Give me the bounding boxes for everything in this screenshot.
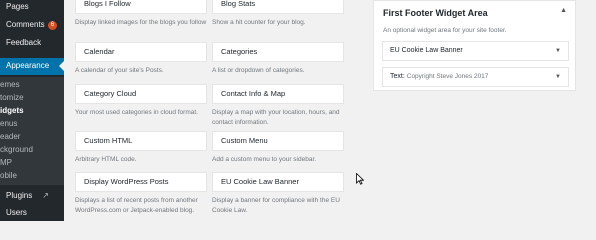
widget-title[interactable]: Display WordPress Posts — [75, 172, 207, 192]
menu-label-pages: Pages — [6, 2, 29, 11]
menu-item-appearance[interactable]: Appearance — [0, 58, 64, 75]
menu-item-comments[interactable]: Comments 6 — [0, 20, 64, 34]
widget-title[interactable]: Categories — [212, 42, 344, 62]
menu-label-comments: Comments — [6, 20, 45, 29]
area-widget-subtitle: Copyright Steve Jones 2017 — [406, 73, 489, 80]
widget-title[interactable]: EU Cookie Law Banner — [212, 172, 344, 192]
widget-title[interactable]: Contact Info & Map — [212, 84, 344, 104]
mouse-pointer-icon — [356, 173, 364, 185]
menu-item-plugins[interactable]: Plugins ↗ — [0, 191, 64, 203]
menu-label-feedback: Feedback — [6, 38, 42, 47]
menu-item-users[interactable]: Users — [0, 208, 64, 220]
menu-label-users: Users — [6, 208, 27, 217]
widget-description: Show a hit counter for your blog. — [212, 19, 306, 26]
widget-title[interactable]: Calendar — [75, 42, 207, 62]
admin-sidebar: Pages Comments 6 Feedback Appearance emes… — [0, 0, 64, 221]
area-widget-text[interactable]: Text: Copyright Steve Jones 2017 ▼ — [382, 67, 569, 87]
widget-area-description: An optional widget area for your site fo… — [383, 27, 507, 34]
widget-title[interactable]: Category Cloud — [75, 84, 207, 104]
widget-title[interactable]: Blogs I Follow — [75, 0, 207, 14]
area-widget-eu-cookie-law-banner[interactable]: EU Cookie Law Banner ▼ — [382, 41, 569, 61]
menu-item-feedback[interactable]: Feedback — [0, 38, 64, 52]
widget-description: Displays a list of recent posts from ano… — [75, 197, 198, 214]
widget-title[interactable]: Custom Menu — [212, 131, 344, 151]
triangle-down-icon[interactable]: ▼ — [555, 42, 561, 60]
widget-title[interactable]: Custom HTML — [75, 131, 207, 151]
first-footer-widget-area: First Footer Widget Area ▲ An optional w… — [373, 0, 576, 91]
external-link-icon: ↗ — [42, 191, 49, 200]
widget-description: Arbitrary HTML code. — [75, 156, 137, 163]
widget-description: Display a banner for compliance with the… — [212, 197, 340, 214]
triangle-down-icon[interactable]: ▼ — [555, 68, 561, 86]
widget-description: Display a map with your location, hours,… — [212, 109, 340, 126]
widget-description: Your most used categories in cloud forma… — [75, 109, 198, 116]
menu-label-appearance: Appearance — [6, 61, 50, 70]
widget-description: Display linked images for the blogs you … — [75, 19, 207, 26]
comments-count-badge: 6 — [47, 21, 58, 30]
widget-title[interactable]: Blog Stats — [212, 0, 344, 14]
widget-description: A calendar of your site's Posts. — [75, 67, 164, 74]
area-widget-title: Text: — [390, 73, 405, 80]
menu-item-pages[interactable]: Pages — [0, 2, 64, 16]
triangle-up-icon[interactable]: ▲ — [560, 7, 567, 14]
active-indicator — [59, 61, 64, 71]
widget-area-title[interactable]: First Footer Widget Area — [383, 8, 488, 18]
area-widget-title: EU Cookie Law Banner — [390, 47, 463, 54]
menu-label-plugins: Plugins — [6, 191, 33, 200]
widget-description: Add a custom menu to your sidebar. — [212, 156, 317, 163]
widget-description: A list or dropdown of categories. — [212, 67, 305, 74]
